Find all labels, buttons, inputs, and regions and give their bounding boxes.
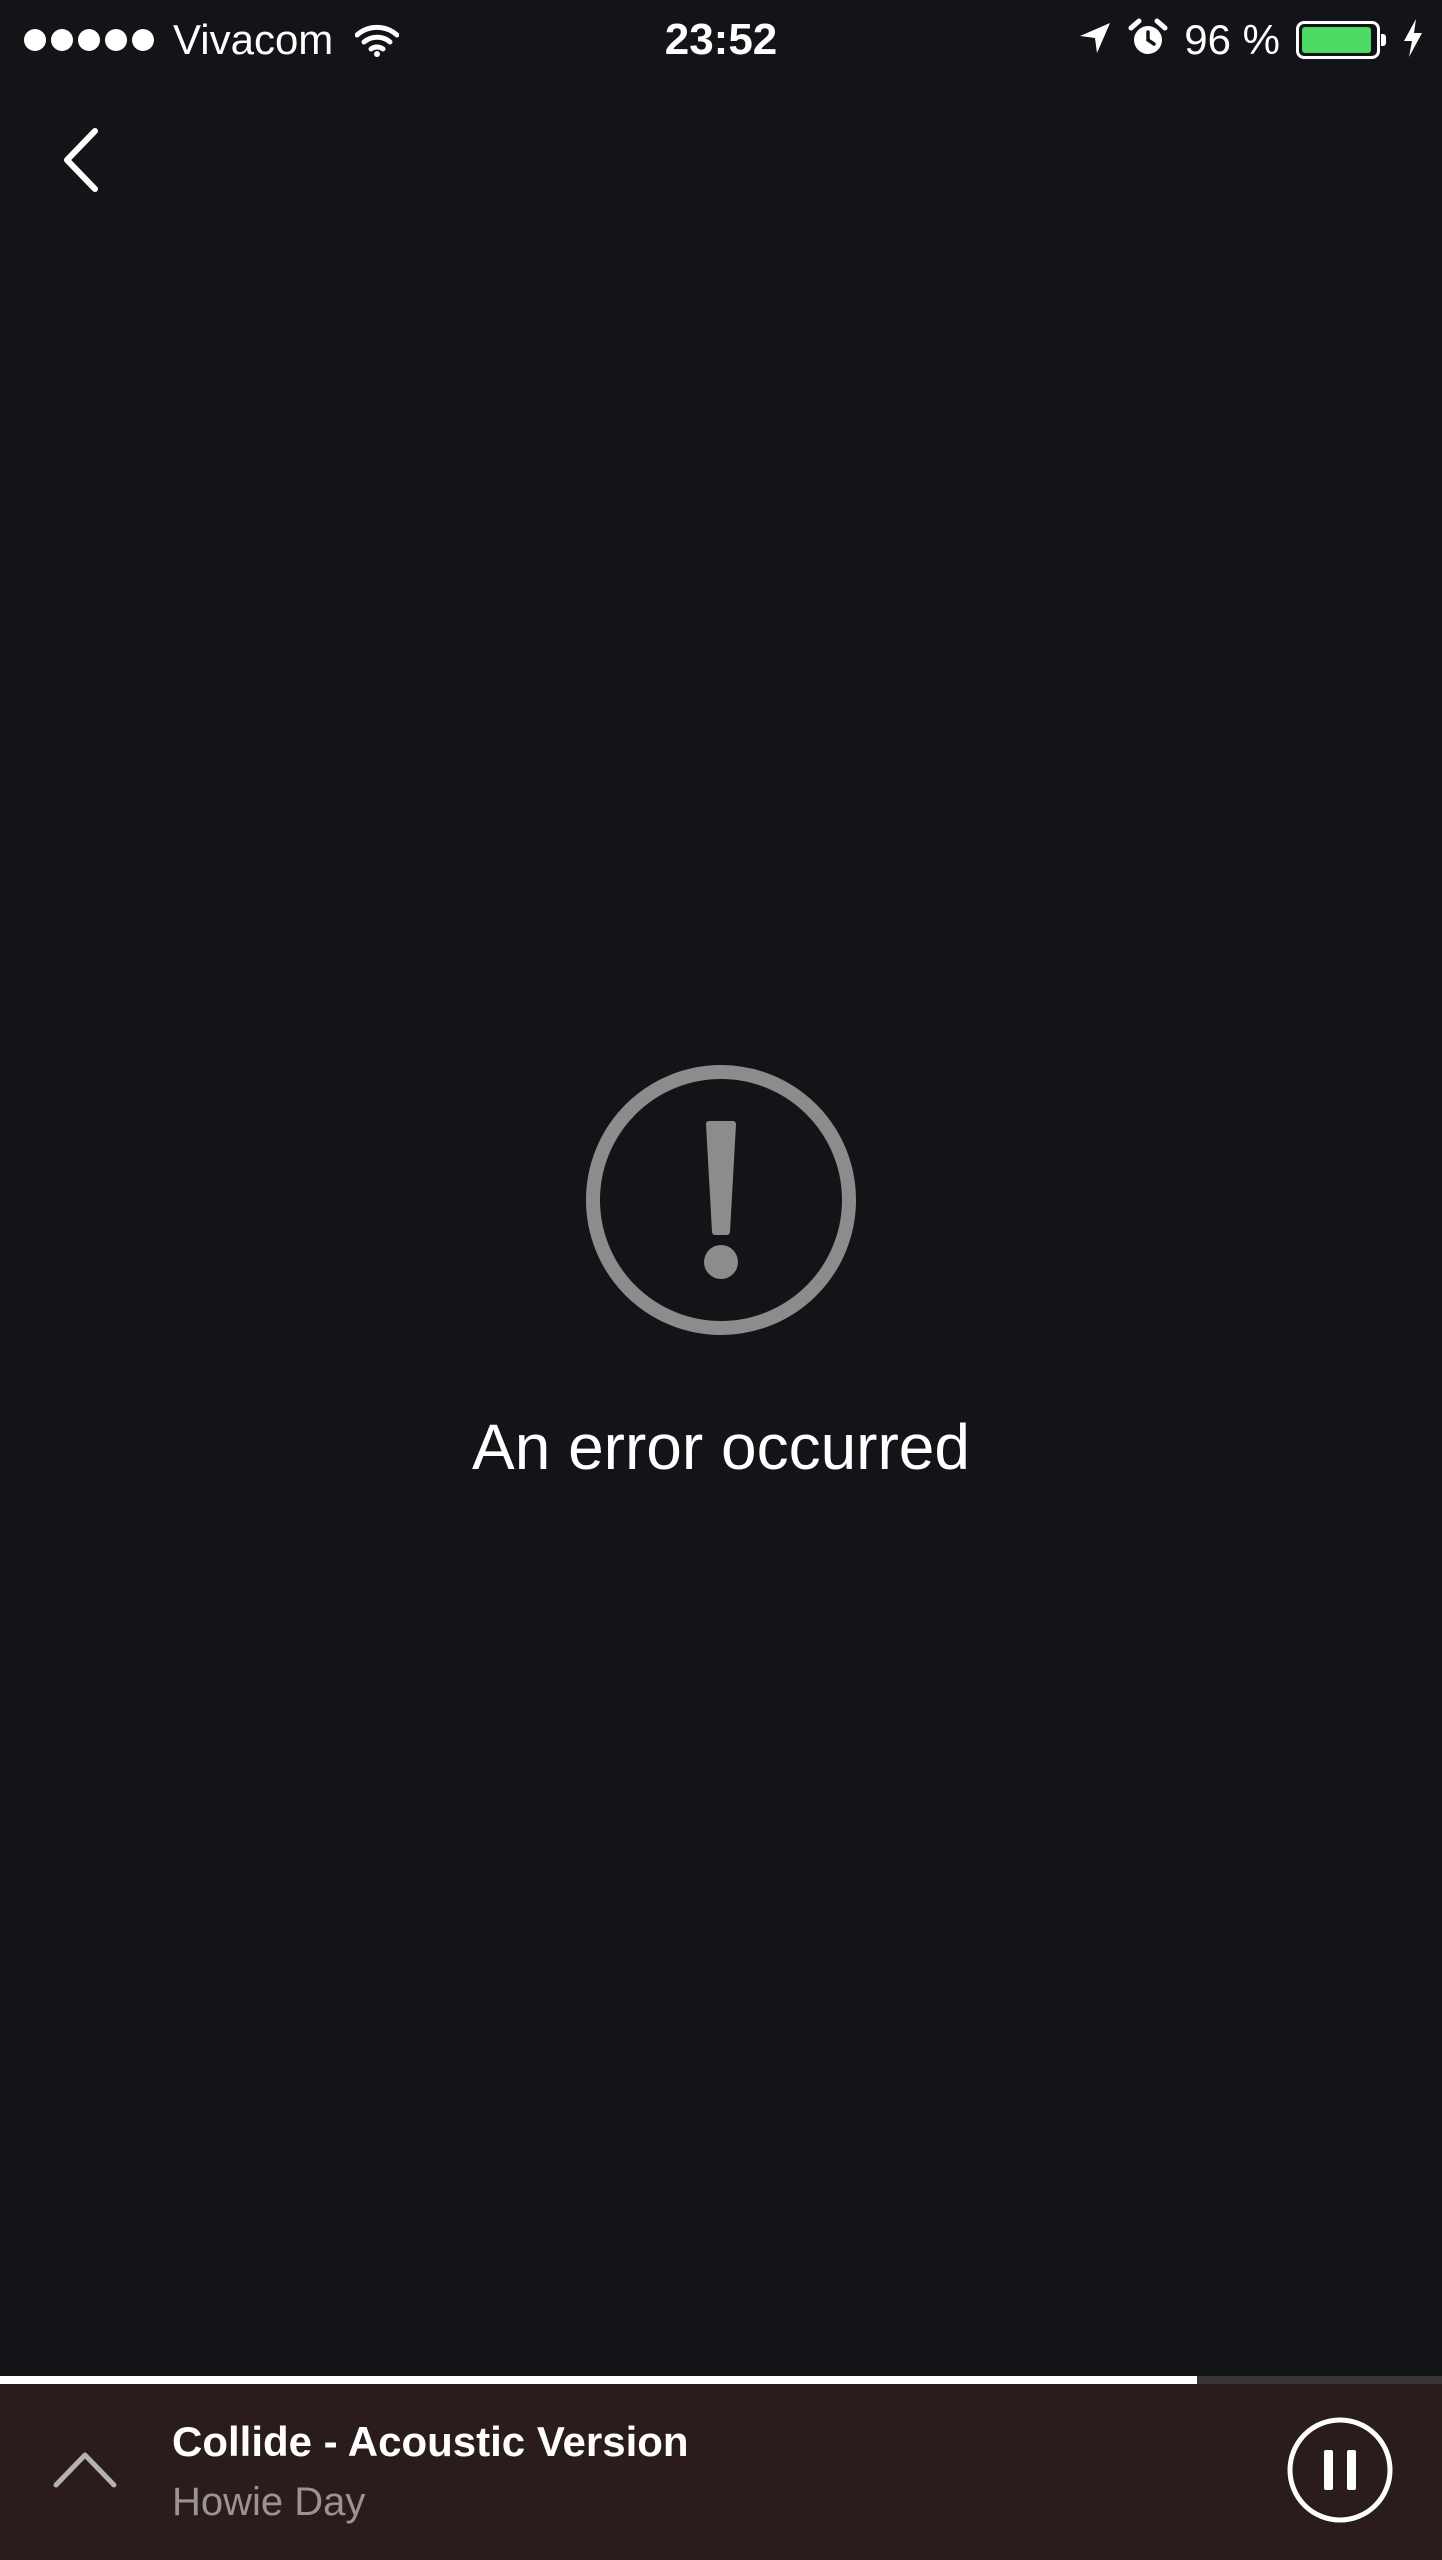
app-screen: Vivacom 23:52 96 % An error occurred Col… bbox=[0, 0, 1442, 2560]
expand-player-button[interactable] bbox=[40, 2424, 130, 2514]
battery-level-fill bbox=[1302, 27, 1372, 53]
pause-button[interactable] bbox=[1284, 2414, 1396, 2526]
error-message: An error occurred bbox=[472, 1411, 970, 1483]
chevron-left-icon bbox=[64, 128, 98, 192]
pause-circle-icon bbox=[1287, 2417, 1393, 2523]
alarm-clock-icon bbox=[1128, 18, 1168, 63]
location-arrow-icon bbox=[1078, 21, 1112, 60]
charging-bolt-icon bbox=[1402, 18, 1424, 62]
playback-progress-bar[interactable] bbox=[0, 2376, 1442, 2384]
exclamation-circle-icon bbox=[583, 1062, 859, 1338]
battery-percent: 96 % bbox=[1184, 16, 1280, 63]
battery-icon bbox=[1296, 21, 1386, 59]
playback-progress-fill bbox=[0, 2376, 1197, 2384]
chevron-up-icon bbox=[53, 2452, 117, 2488]
now-playing-bar[interactable]: Collide - Acoustic Version Howie Day bbox=[0, 2384, 1442, 2560]
status-bar-right: 96 % bbox=[1062, 10, 1424, 70]
status-bar: Vivacom 23:52 96 % bbox=[0, 0, 1442, 80]
track-title[interactable]: Collide - Acoustic Version bbox=[172, 2418, 689, 2466]
back-button[interactable] bbox=[30, 110, 130, 210]
track-artist[interactable]: Howie Day bbox=[172, 2480, 365, 2525]
